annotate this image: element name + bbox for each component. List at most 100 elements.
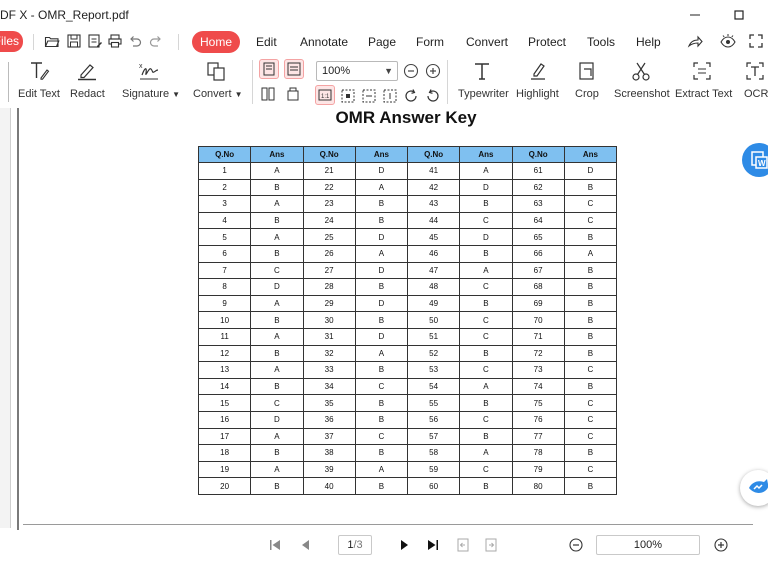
screenshot-tool[interactable]: Screenshot <box>614 60 670 106</box>
zoom-out-icon[interactable] <box>403 63 419 79</box>
answer-cell: C <box>459 410 513 429</box>
table-row: 1 A 21 D 41 A 61 D <box>197 162 618 180</box>
eye-icon[interactable] <box>720 33 736 49</box>
rotate-right-icon[interactable] <box>403 88 419 104</box>
scroll-view-button[interactable] <box>284 59 304 79</box>
share-icon[interactable] <box>687 33 703 49</box>
menu-annotate[interactable]: Annotate <box>300 35 348 49</box>
question-number-cell: 18 <box>197 444 252 462</box>
fit-page-icon[interactable] <box>340 88 356 104</box>
fit-height-icon[interactable] <box>382 88 398 104</box>
question-number-cell: 17 <box>197 427 252 446</box>
zoom-select[interactable]: 100% ▼ <box>316 61 398 81</box>
print-icon[interactable] <box>107 33 123 49</box>
files-button[interactable]: Files <box>0 31 23 52</box>
previous-view-icon[interactable] <box>455 537 471 553</box>
answer-cell: B <box>563 377 618 396</box>
answer-cell: B <box>563 178 618 197</box>
convert-tool[interactable]: Convert ▼ <box>193 60 243 106</box>
page-number-input[interactable]: 1/3 <box>338 535 372 555</box>
typewriter-tool[interactable]: Typewriter <box>458 60 509 106</box>
status-zoom-in-icon[interactable] <box>713 537 729 553</box>
menu-form[interactable]: Form <box>416 35 444 49</box>
floating-ocr-button[interactable]: W <box>742 143 768 177</box>
question-number-cell: 43 <box>406 195 461 213</box>
table-row: 19 A 39 A 59 C 79 C <box>197 460 618 479</box>
status-zoom-out-icon[interactable] <box>568 537 584 553</box>
previous-page-icon[interactable] <box>298 537 314 553</box>
menu-home[interactable]: Home <box>192 31 240 53</box>
actual-size-button[interactable]: 1:1 <box>315 85 335 105</box>
open-folder-icon[interactable] <box>44 33 60 49</box>
fit-width-icon[interactable] <box>361 88 377 104</box>
highlight-tool[interactable]: Highlight <box>516 60 560 106</box>
undo-icon[interactable] <box>127 33 143 49</box>
question-number-cell: 77 <box>511 427 565 446</box>
question-number-cell: 41 <box>406 162 461 180</box>
minimize-icon[interactable] <box>686 6 704 24</box>
question-number-cell: 58 <box>406 444 461 462</box>
answer-cell: C <box>563 361 618 379</box>
last-page-icon[interactable] <box>425 537 441 553</box>
window-title: DF X - OMR_Report.pdf <box>0 8 129 22</box>
menu-help[interactable]: Help <box>636 35 661 49</box>
menu-convert[interactable]: Convert <box>466 35 508 49</box>
edit-text-icon <box>31 62 50 80</box>
signature-tool[interactable]: x Signature ▼ <box>122 60 180 106</box>
fullscreen-icon[interactable] <box>748 33 764 49</box>
question-number-cell: 80 <box>511 477 565 495</box>
next-page-icon[interactable] <box>396 537 412 553</box>
redo-icon[interactable] <box>148 33 164 49</box>
ocr-tool[interactable]: OCR <box>743 60 768 106</box>
answer-cell: B <box>459 244 513 263</box>
status-zoom-input[interactable]: 100% <box>596 535 700 555</box>
menu-edit[interactable]: Edit <box>256 35 277 49</box>
floating-assistant-button[interactable] <box>740 470 768 506</box>
question-number-cell: 30 <box>302 311 356 329</box>
answer-cell: A <box>459 444 513 462</box>
menu-tools[interactable]: Tools <box>587 35 615 49</box>
question-number-cell: 5 <box>197 228 252 246</box>
answer-cell: A <box>459 162 513 180</box>
answer-cell: C <box>563 410 618 429</box>
crop-tool[interactable]: Crop <box>575 60 599 106</box>
edit-text-tool[interactable]: Edit Text <box>18 60 60 106</box>
maximize-icon[interactable] <box>730 6 748 24</box>
table-row: 9 A 29 D 49 B 69 B <box>197 294 618 313</box>
zoom-select-value: 100% <box>322 65 351 77</box>
menu-bar: Files Home Edit Annotate Page Form Conve… <box>0 30 768 54</box>
header-cell: Ans <box>459 146 513 163</box>
question-number-cell: 56 <box>406 410 461 429</box>
question-number-cell: 53 <box>406 361 461 379</box>
cover-view-button[interactable] <box>284 85 304 105</box>
answer-cell: C <box>354 377 409 396</box>
menu-page[interactable]: Page <box>368 35 396 49</box>
extract-text-tool[interactable]: Extract Text <box>675 60 732 106</box>
question-number-cell: 3 <box>197 195 252 213</box>
save-as-icon[interactable] <box>87 33 103 49</box>
question-number-cell: 78 <box>511 444 565 462</box>
zoom-in-icon[interactable] <box>425 63 441 79</box>
question-number-cell: 74 <box>511 377 565 396</box>
answer-cell: B <box>354 361 409 379</box>
redact-tool[interactable]: Redact <box>70 60 105 106</box>
answer-cell: C <box>563 394 618 412</box>
first-page-icon[interactable] <box>267 537 283 553</box>
question-number-cell: 61 <box>511 162 565 180</box>
rotate-left-icon[interactable] <box>425 88 441 104</box>
save-icon[interactable] <box>66 33 82 49</box>
ocr-float-icon: W <box>751 151 768 169</box>
next-view-icon[interactable] <box>483 537 499 553</box>
header-cell: Q.No <box>197 146 252 163</box>
two-page-view-button[interactable] <box>259 85 279 105</box>
answer-cell: D <box>354 228 409 246</box>
answer-cell: B <box>354 394 409 412</box>
answer-cell: B <box>354 195 409 213</box>
answer-cell: A <box>354 244 409 263</box>
left-panel-collapsed[interactable] <box>0 108 11 528</box>
answer-cell: B <box>250 311 304 329</box>
answer-cell: C <box>250 261 304 280</box>
menu-protect[interactable]: Protect <box>528 35 566 49</box>
question-number-cell: 64 <box>511 211 565 230</box>
single-page-view-button[interactable] <box>259 59 279 79</box>
